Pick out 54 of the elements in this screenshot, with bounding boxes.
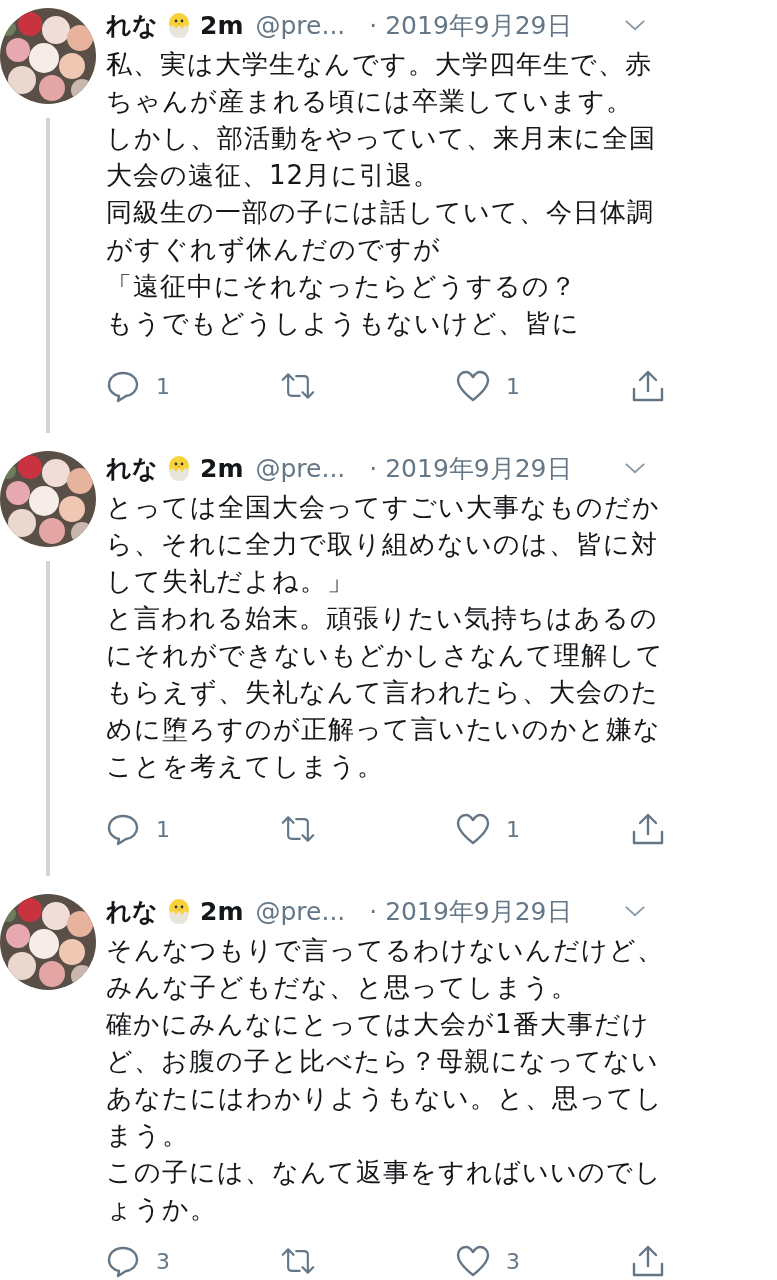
reply-icon[interactable] [106, 369, 140, 403]
chevron-icon[interactable] [623, 461, 646, 475]
user-handle: @pre... [255, 453, 346, 483]
tweet-date: · 2019年9月29日 [369, 9, 572, 42]
chevron-icon[interactable] [623, 904, 646, 918]
badge-text: 2m [200, 453, 244, 483]
tweet-text-line: と言われる始末。頑張りたい気持ちはあるの [106, 602, 659, 635]
share-icon[interactable] [631, 812, 665, 846]
tweet-text-line: そんなつもりで言ってるわけないんだけど、 [106, 934, 665, 967]
reply-count: 3 [156, 1248, 170, 1274]
user-handle: @pre... [255, 896, 346, 926]
share-icon[interactable] [631, 1244, 665, 1278]
like-count: 1 [506, 373, 520, 399]
like-count: 3 [506, 1248, 520, 1274]
chevron-icon[interactable] [623, 18, 646, 32]
tweet-text-line: 「遠征中にそれなったらどうするの？ [106, 270, 578, 303]
tweet-date: · 2019年9月29日 [369, 452, 572, 485]
tweet-text-line: しかし、部活動をやっていて、来月末に全国 [106, 122, 657, 155]
user-handle: @pre... [255, 10, 346, 40]
tweet-text-line: して失礼だよね。」 [106, 565, 355, 598]
tweet-text-line: ことを考えてしまう。 [106, 750, 385, 783]
tweet-text-line: にそれができないもどかしさなんて理解して [106, 639, 665, 672]
display-name: れな [106, 9, 158, 42]
tweet-text-line: 私、実は大学生なんです。大学四年生で、赤 [106, 48, 653, 81]
like-count: 1 [506, 816, 520, 842]
tweet-text-line: もらえず、失礼なんて言われたら、大会のた [106, 676, 660, 709]
tweet-text-line: もうでもどうしようもないけど、皆に [106, 307, 581, 340]
heart-icon[interactable] [456, 1244, 490, 1278]
badge-text: 2m [200, 10, 244, 40]
heart-icon[interactable] [456, 812, 490, 846]
tweet-text-line: とっては全国大会ってすごい大事なものだか [106, 491, 661, 524]
reply-icon[interactable] [106, 812, 140, 846]
tweet-text-line: ら、それに全力で取り組めないのは、皆に対 [106, 528, 659, 561]
tweet-text-line: みんな子どもだな、と思ってしまう。 [106, 971, 579, 1004]
reply-count: 1 [156, 816, 170, 842]
tweet-text-line: ど、お腹の子と比べたら？母親になってない [106, 1045, 660, 1078]
share-icon[interactable] [631, 369, 665, 403]
tweet-text-line: 大会の遠征、12月に引退。 [106, 159, 442, 192]
tweet-text-line: まう。 [106, 1119, 190, 1152]
tweet-date: · 2019年9月29日 [369, 895, 572, 928]
tweet-text-line: この子には、なんて返事をすればいいのでし [106, 1156, 663, 1189]
tweet-text-line: めに堕ろすのが正解って言いたいのかと嫌な [106, 713, 662, 746]
tweet-text-line: がすぐれず休んだのですが [106, 233, 442, 266]
tweet-text-line: 確かにみんなにとっては大会が1番大事だけ [106, 1008, 651, 1041]
tweet-text-line: ょうか。 [106, 1193, 218, 1226]
reply-count: 1 [156, 373, 170, 399]
reply-icon[interactable] [106, 1244, 140, 1278]
tweet-text-line: ちゃんが産まれる頃には卒業しています。 [106, 85, 634, 118]
badge-text: 2m [200, 896, 244, 926]
tweet-text-line: 同級生の一部の子には話していて、今日体調 [106, 196, 655, 229]
display-name: れな [106, 895, 158, 928]
display-name: れな [106, 452, 158, 485]
tweet-text-line: あなたにはわかりようもない。と、思ってし [106, 1082, 664, 1115]
heart-icon[interactable] [456, 369, 490, 403]
